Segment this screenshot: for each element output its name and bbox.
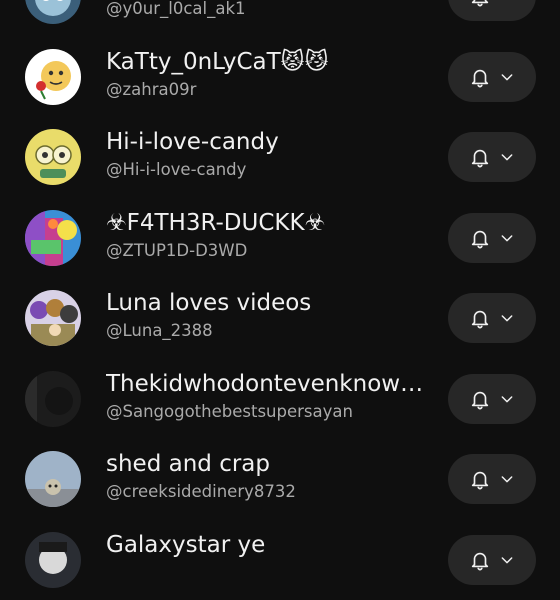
channel-handle: @ZTUP1D-D3WD	[106, 240, 247, 262]
notification-settings-button[interactable]	[448, 52, 536, 102]
channel-avatar[interactable]	[25, 129, 81, 185]
bell-icon	[469, 66, 491, 88]
notification-settings-button[interactable]	[448, 293, 536, 343]
bell-icon	[469, 307, 491, 329]
channel-row[interactable]: ☣F4TH3R-DUCKK☣ @ZTUP1D-D3WD	[0, 198, 560, 279]
channel-name[interactable]: Thekidwhodontevenknow…	[106, 369, 423, 399]
channel-name[interactable]: KaTty_0nLyCaT😾😼	[106, 47, 329, 77]
bell-icon	[469, 0, 491, 7]
channel-name[interactable]: Luna loves videos	[106, 288, 311, 318]
chevron-down-icon	[499, 310, 515, 326]
channel-handle: @Sangogothebestsupersayan	[106, 401, 353, 423]
channel-handle: @y0ur_l0cal_ak1	[106, 0, 246, 20]
subscriptions-list: @y0ur_l0cal_ak1 KaTty_0nLyCaT😾😼 @zahra09…	[0, 0, 560, 600]
notification-settings-button[interactable]	[448, 0, 536, 21]
channel-name[interactable]: shed and crap	[106, 449, 270, 479]
channel-name[interactable]: Hi-i-love-candy	[106, 127, 279, 157]
chevron-down-icon	[499, 0, 515, 4]
chevron-down-icon	[499, 149, 515, 165]
channel-row[interactable]: @y0ur_l0cal_ak1	[0, 0, 560, 37]
channel-avatar[interactable]	[25, 49, 81, 105]
bell-icon	[469, 146, 491, 168]
channel-avatar[interactable]	[25, 371, 81, 427]
channel-handle: @Hi-i-love-candy	[106, 159, 246, 181]
bell-icon	[469, 227, 491, 249]
channel-row[interactable]: Hi-i-love-candy @Hi-i-love-candy	[0, 117, 560, 198]
notification-settings-button[interactable]	[448, 454, 536, 504]
channel-row[interactable]: Luna loves videos @Luna_2388	[0, 278, 560, 359]
chevron-down-icon	[499, 230, 515, 246]
channel-name[interactable]: Galaxystar ye	[106, 530, 265, 560]
bell-icon	[469, 388, 491, 410]
channel-handle: @zahra09r	[106, 79, 196, 101]
chevron-down-icon	[499, 391, 515, 407]
bell-icon	[469, 468, 491, 490]
channel-avatar[interactable]	[25, 0, 81, 24]
channel-avatar[interactable]	[25, 290, 81, 346]
channel-row[interactable]: KaTty_0nLyCaT😾😼 @zahra09r	[0, 37, 560, 118]
notification-settings-button[interactable]	[448, 213, 536, 263]
channel-row[interactable]: shed and crap @creeksidedinery8732	[0, 439, 560, 520]
channel-name[interactable]: ☣F4TH3R-DUCKK☣	[106, 208, 325, 238]
notification-settings-button[interactable]	[448, 132, 536, 182]
channel-row[interactable]: Thekidwhodontevenknow… @Sangogothebestsu…	[0, 359, 560, 440]
notification-settings-button[interactable]	[448, 374, 536, 424]
channel-handle: @creeksidedinery8732	[106, 481, 296, 503]
channel-handle: @Luna_2388	[106, 320, 213, 342]
channel-avatar[interactable]	[25, 451, 81, 507]
chevron-down-icon	[499, 471, 515, 487]
chevron-down-icon	[499, 69, 515, 85]
channel-avatar[interactable]	[25, 210, 81, 266]
